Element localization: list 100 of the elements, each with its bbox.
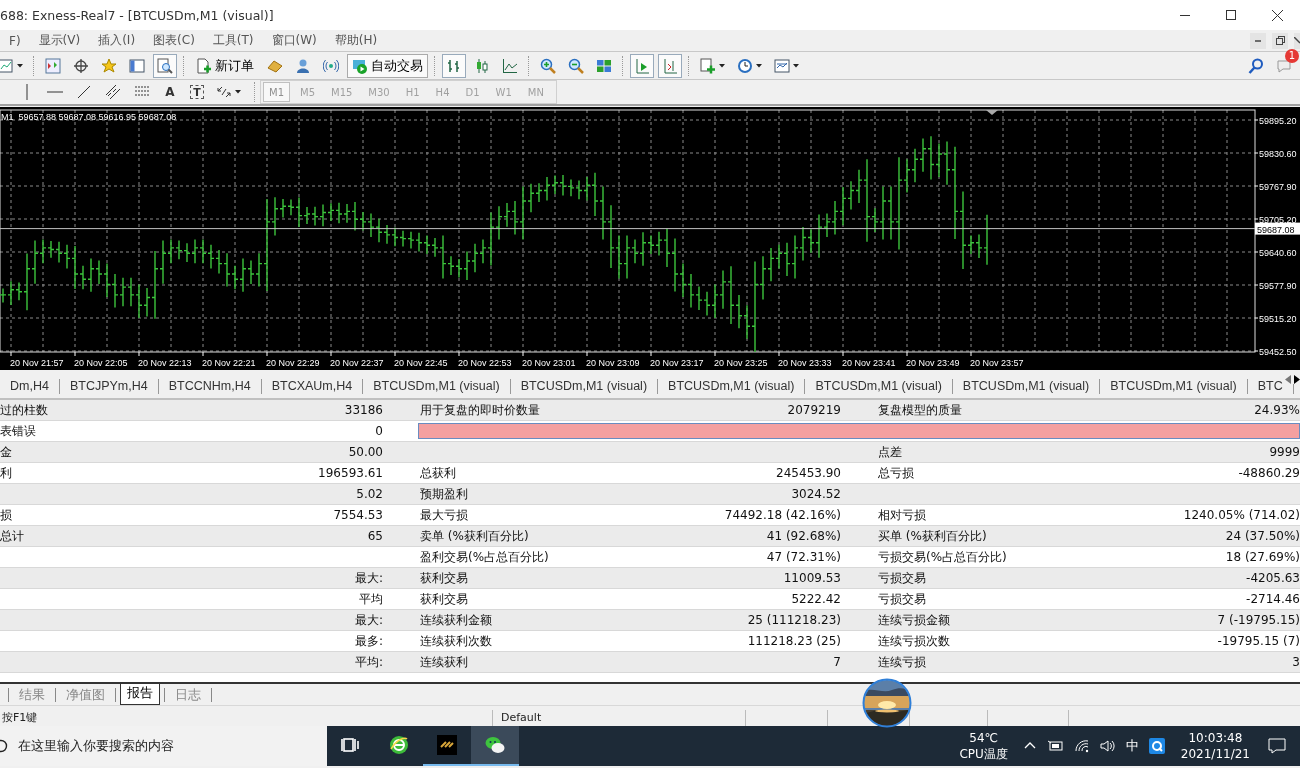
- signal-icon: [323, 57, 339, 74]
- chart-tab[interactable]: BTCUSDm,M1 (visual): [658, 378, 806, 394]
- taskbar-button[interactable]: [471, 726, 519, 766]
- report-label: 买单 (%获利百分比): [878, 527, 987, 545]
- child-restore-button[interactable]: [1272, 32, 1288, 49]
- restore-icon: [1275, 36, 1285, 45]
- report-label: 相对亏损: [878, 506, 926, 524]
- zoom-out-icon: [568, 57, 584, 74]
- chart-tab[interactable]: BTCUSDm,M1 (visual): [363, 378, 511, 394]
- report-label: 过的柱数: [0, 401, 48, 419]
- minimize-icon: [1255, 39, 1261, 42]
- menu-item[interactable]: 窗口(W): [262, 32, 326, 49]
- chart-info-text: M1 59657.88 59687.08 59616.95 59687.08: [1, 112, 177, 122]
- report-value: 11009.53: [783, 571, 841, 585]
- current-price-tag: 59687.08: [1255, 222, 1300, 235]
- report-label: 获利交易: [420, 569, 468, 587]
- chart-window-icon: [0, 57, 14, 74]
- caret-icon: [17, 63, 23, 68]
- channel-icon: [105, 84, 121, 100]
- chart-tab[interactable]: BTCUSDm,M1 (visual): [952, 378, 1101, 394]
- price-label: 59895.20: [1259, 116, 1297, 126]
- price-label: 59705.20: [1259, 215, 1297, 225]
- autoscroll-icon: [634, 57, 650, 74]
- time-label: 20 Nov 23:17: [650, 358, 704, 368]
- maximize-icon: [1226, 10, 1236, 20]
- report-value: 7 (-19795.15): [1217, 613, 1300, 627]
- wifi-icon[interactable]: [1073, 738, 1090, 754]
- clock[interactable]: 10:03:48 2021/11/21: [1180, 730, 1250, 762]
- scroll-left-icon[interactable]: [1285, 375, 1291, 384]
- caret-icon: [756, 63, 762, 68]
- child-minimize-button[interactable]: [1250, 32, 1266, 49]
- chart-tab[interactable]: BTCUSDm,M1 (visual): [510, 378, 659, 394]
- panel-icon: [129, 57, 145, 74]
- line-chart-icon: [502, 57, 518, 74]
- report-label: 总获利: [420, 464, 456, 482]
- time-label: 20 Nov 22:05: [74, 358, 128, 368]
- battery-icon[interactable]: [1047, 738, 1064, 754]
- report-value: 24.93%: [1254, 403, 1300, 417]
- child-close-button[interactable]: [1294, 32, 1300, 49]
- window-title: 688: Exness-Real7 - [BTCUSDm,M1 (visual)]: [0, 7, 275, 23]
- chart-tab[interactable]: BTCCNHm,H4: [158, 378, 262, 394]
- chart-tab[interactable]: Dm,H4: [0, 378, 60, 394]
- doc-plus-icon: [196, 57, 212, 74]
- plus-page-icon: [700, 57, 716, 74]
- caret-icon: [235, 90, 241, 94]
- input-method-button[interactable]: 中: [1125, 737, 1139, 755]
- menu-item[interactable]: F): [0, 33, 30, 48]
- toolbar-button[interactable]: 自动交易: [347, 53, 428, 78]
- report-value: 25 (111218.23): [747, 613, 841, 627]
- arrows-icon: [216, 84, 232, 100]
- menu-item[interactable]: 工具(T): [203, 32, 263, 49]
- cpu-temperature-widget[interactable]: 54℃ CPU温度: [959, 730, 1008, 762]
- report-value: 7: [833, 655, 841, 669]
- chat-bubbles-icon: [485, 735, 505, 755]
- report-value: 41 (92.68%): [766, 529, 841, 543]
- text-tool-button[interactable]: A: [159, 81, 181, 103]
- report-label: 用于复盘的即时价数量: [420, 401, 540, 419]
- menu-item[interactable]: 插入(I): [89, 32, 145, 49]
- chart-tab[interactable]: BTCUSDm,M1 (visual): [805, 378, 953, 394]
- menu-item[interactable]: 图表(C): [144, 32, 204, 49]
- crosshair-icon: [73, 57, 89, 74]
- chart-tab[interactable]: BTCUSDm,M1 (visual): [1100, 378, 1248, 394]
- price-label: 59577.90: [1259, 281, 1297, 291]
- report-label: 亏损交易: [878, 590, 926, 608]
- time-label: 20 Nov 23:33: [778, 358, 832, 368]
- text-label-button[interactable]: T: [190, 85, 204, 99]
- toolbar-button[interactable]: 新订单: [191, 53, 259, 78]
- report-label: 总亏损: [878, 464, 914, 482]
- bar-chart-icon: [446, 57, 462, 74]
- app-badge-icon[interactable]: [1148, 738, 1165, 754]
- report-label: 复盘模型的质量: [878, 401, 962, 419]
- scroll-right-icon[interactable]: [1294, 375, 1300, 384]
- time-label: 20 Nov 22:53: [458, 358, 512, 368]
- task-view-icon: [341, 735, 361, 755]
- menu-item[interactable]: 显示(V): [29, 32, 90, 49]
- panel-tab[interactable]: 报告: [120, 684, 160, 705]
- report-label: 卖单 (%获利百分比): [420, 527, 529, 545]
- report-value: 最大:: [354, 569, 383, 587]
- report-value: 18 (27.69%): [1225, 550, 1300, 564]
- report-label: 连续亏损: [878, 653, 926, 671]
- report-value: 0: [375, 424, 383, 438]
- close-icon: [1294, 36, 1300, 45]
- search-field[interactable]: 在这里输入你要搜索的内容: [0, 726, 327, 766]
- clock-icon: [737, 57, 753, 74]
- menu-item[interactable]: 帮助(H): [325, 32, 387, 49]
- notification-icon[interactable]: [1268, 738, 1286, 754]
- chart-tab[interactable]: BTCJPYm,H4: [59, 378, 159, 394]
- report-value: -2714.46: [1246, 592, 1300, 606]
- report-value: 5222.42: [791, 592, 841, 606]
- price-label: 59515.20: [1259, 314, 1297, 324]
- time-label: 20 Nov 23:41: [842, 358, 896, 368]
- chart-tab[interactable]: BTCXAUm,H4: [261, 378, 364, 394]
- report-value: 3: [1292, 655, 1300, 669]
- time-label: 20 Nov 23:01: [522, 358, 576, 368]
- search-icon: [1248, 57, 1264, 74]
- report-label: 点差: [878, 443, 902, 461]
- play-badge-icon: [352, 57, 368, 74]
- volume-icon[interactable]: [1099, 738, 1116, 754]
- time-label: 20 Nov 22:45: [394, 358, 448, 368]
- globe-icon: [389, 735, 409, 755]
